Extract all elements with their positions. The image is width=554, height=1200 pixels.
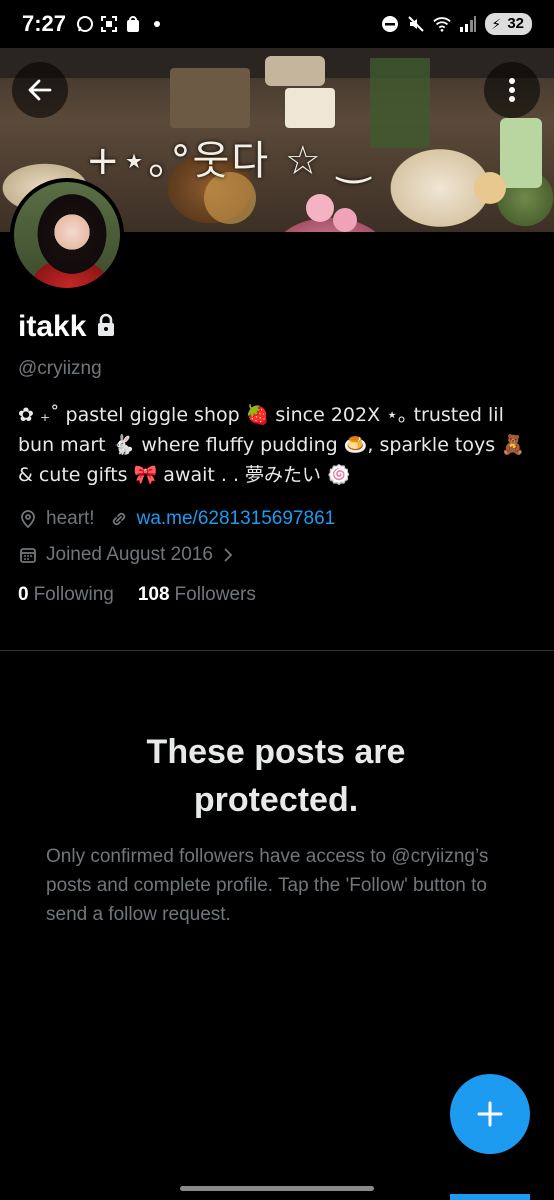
divider [0,650,554,651]
battery-indicator: ⚡ 32 [485,13,532,35]
more-vertical-icon [509,78,515,102]
protected-body: Only confirmed followers have access to … [46,846,489,925]
location-pin-icon [21,510,35,529]
follow-stats: 0 Following 108 Followers [18,584,536,606]
location-text: heart! [46,508,95,529]
do-not-disturb-icon [381,15,399,33]
website-link[interactable]: wa.me/6281315697861 [137,508,336,530]
arrow-left-icon [28,79,52,101]
calendar-icon [20,548,36,563]
handle: @cryiizng [18,358,102,379]
bottom-nav-edge [450,1194,530,1200]
charging-icon: ⚡ [491,16,502,32]
back-button[interactable] [12,62,68,118]
plus-icon [477,1101,503,1127]
followers-count: 108 [137,584,170,605]
system-icons: ⚡ 32 [381,13,532,35]
followers-label: Followers [174,584,256,605]
following-label: Following [33,584,114,605]
bio: ✿ ₊˚ pastel giggle shop 🍓 since 202X ⋆｡ … [18,404,525,486]
following-stat[interactable]: 0 Following [18,584,114,606]
notification-icons [76,15,166,33]
website[interactable]: wa.me/6281315697861 [109,508,336,530]
protected-title: These posts are protected. [146,733,406,819]
dot-icon [148,15,166,33]
joined-date[interactable]: Joined August 2016 [18,544,235,566]
name-row: itakk [18,310,536,344]
compose-button[interactable] [450,1074,530,1154]
avatar[interactable] [10,178,124,292]
home-indicator[interactable] [180,1186,374,1191]
mute-icon [407,15,425,33]
banner-title: +⋆｡°웃다 ☆ ‿ [86,138,372,184]
following-count: 0 [18,584,29,605]
meta-row-location: heart! wa.me/6281315697861 [18,508,536,530]
whatsapp-icon [76,15,94,33]
shopping-bag-icon [124,15,142,33]
profile-info: itakk @cryiizng ✿ ₊˚ pastel giggle shop … [18,310,536,606]
status-bar: 7:27 ⚡ 32 [0,0,554,48]
screenshot-icon [100,15,118,33]
status-time: 7:27 [22,11,67,36]
more-options-button[interactable] [484,62,540,118]
lock-icon [96,313,116,342]
meta-row-joined[interactable]: Joined August 2016 [18,544,536,566]
signal-icon [459,15,477,33]
display-name: itakk [18,310,87,343]
wifi-icon [433,15,452,33]
location: heart! [18,508,95,530]
followers-stat[interactable]: 108 Followers [138,584,256,606]
joined-text: Joined August 2016 [46,544,213,565]
link-icon [112,512,125,526]
protected-notice: These posts are protected. Only confirme… [46,728,516,929]
chevron-right-icon [224,548,233,562]
